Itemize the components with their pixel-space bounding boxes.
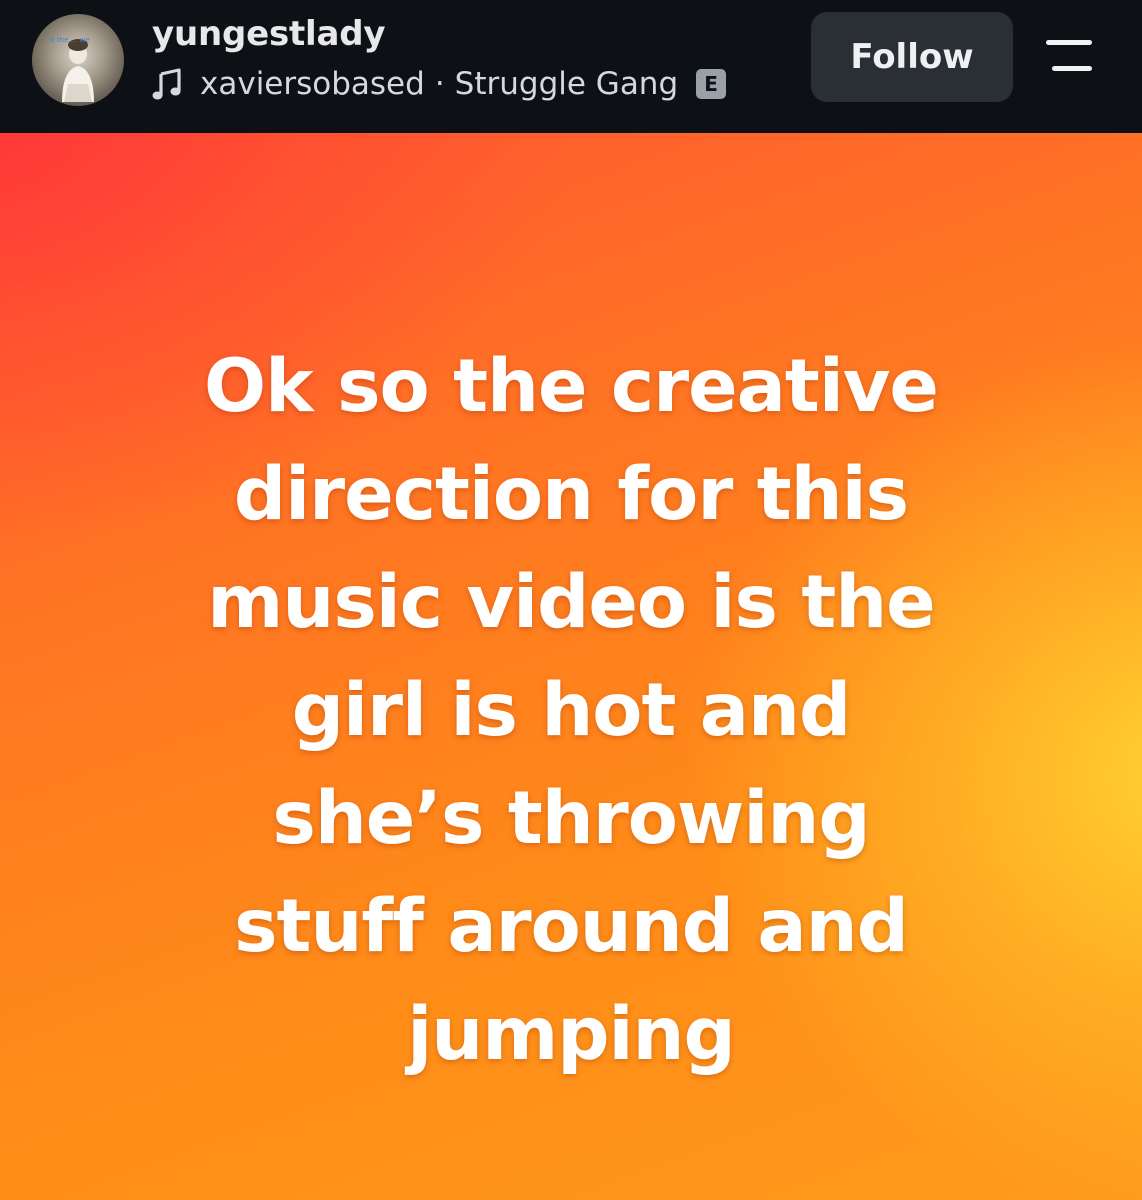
story-text-line: stuff around and <box>234 884 909 969</box>
menu-icon[interactable] <box>1046 40 1094 74</box>
music-song-title[interactable]: Struggle Gang <box>455 66 678 102</box>
follow-button[interactable]: Follow <box>811 12 1013 102</box>
story-text-line: music video is the <box>207 560 935 645</box>
menu-line-top <box>1046 40 1092 45</box>
explicit-badge: E <box>696 69 727 99</box>
story-text-line: Ok so the creative <box>204 344 939 429</box>
story-header: it the ... we yungestlady xaviersobased … <box>0 0 1142 133</box>
story-viewer: it the ... we yungestlady xaviersobased … <box>0 0 1142 1200</box>
music-note-icon <box>152 68 181 100</box>
story-text-line: direction for this <box>233 452 909 537</box>
story-text-line: she’s throwing <box>272 776 870 861</box>
music-artist[interactable]: xaviersobased <box>200 66 425 102</box>
music-attribution[interactable]: xaviersobased · Struggle Gang E <box>152 62 727 106</box>
avatar[interactable]: it the ... we <box>32 14 124 106</box>
story-text-line: girl is hot and <box>291 668 852 753</box>
avatar-photo <box>62 39 94 102</box>
story-card[interactable]: Ok so the creative direction for this mu… <box>0 133 1142 1200</box>
avatar-caption: it the ... we <box>50 36 90 44</box>
story-text: Ok so the creative direction for this mu… <box>0 333 1142 1089</box>
story-text-line: jumping <box>407 992 736 1077</box>
username[interactable]: yungestlady <box>152 14 386 54</box>
music-separator: · <box>434 66 445 102</box>
menu-line-bottom <box>1052 66 1092 71</box>
